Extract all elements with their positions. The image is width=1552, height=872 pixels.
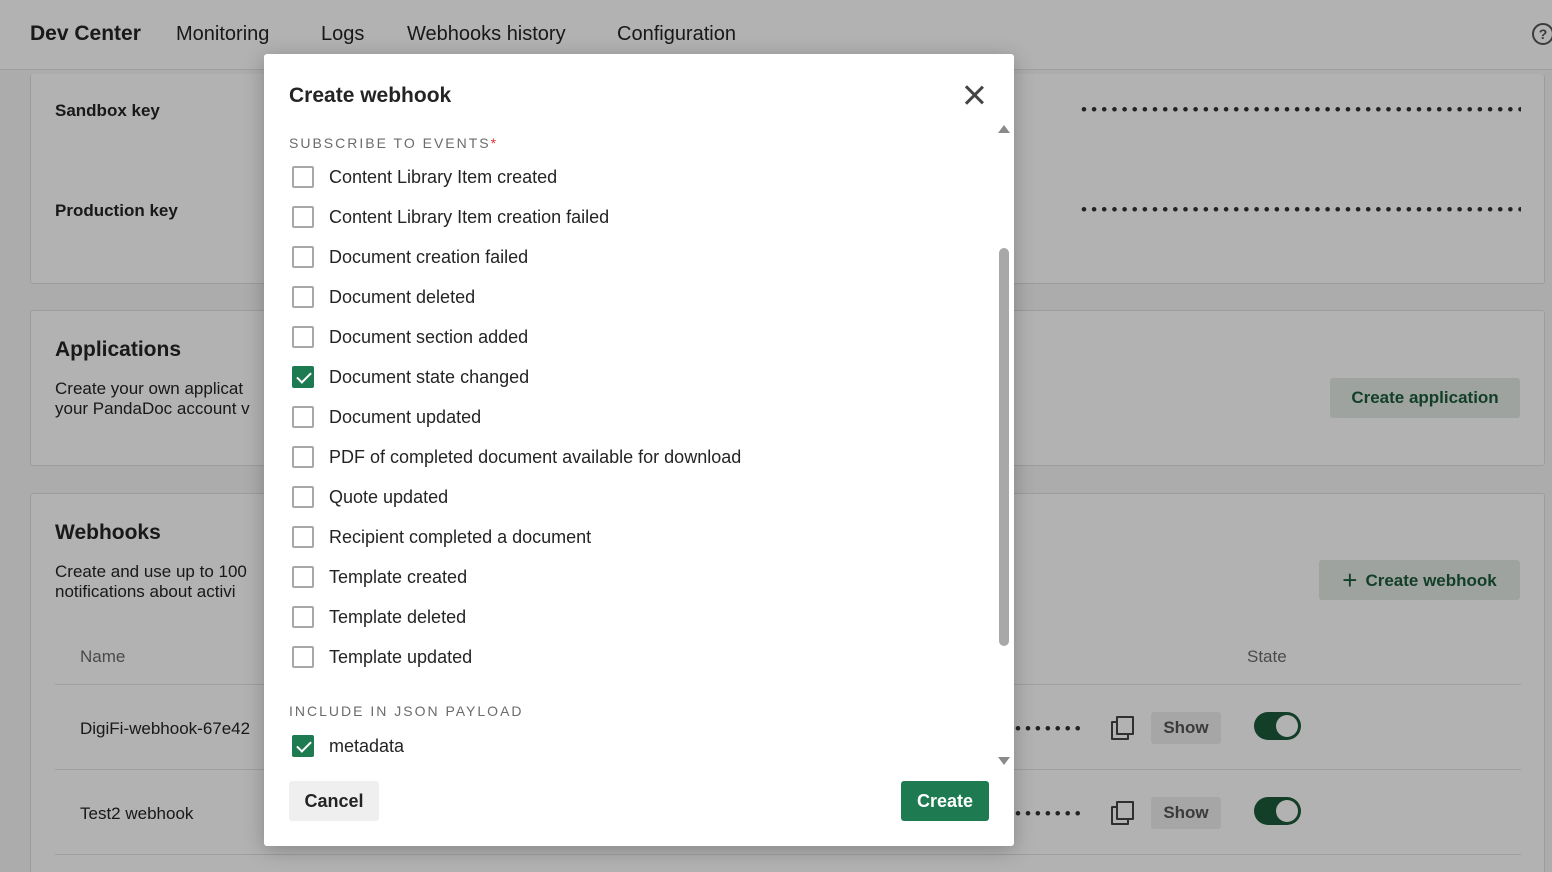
event-option[interactable]: Template deleted	[292, 605, 466, 629]
event-option-label: Recipient completed a document	[329, 526, 592, 547]
event-option-label: Document state changed	[329, 366, 530, 387]
event-option-label: Document creation failed	[329, 246, 529, 267]
event-option-label: Template deleted	[329, 606, 467, 627]
event-option[interactable]: Content Library Item creation failed	[292, 205, 609, 229]
event-option-label: metadata	[329, 735, 405, 756]
event-option-label: Template created	[329, 566, 468, 587]
event-option[interactable]: Document section added	[292, 325, 528, 349]
checkbox-checked[interactable]	[292, 735, 314, 757]
create-webhook-modal: Create webhook SUBSCRIBE TO EVENTS* Cont…	[264, 54, 1014, 846]
event-option[interactable]: Document creation failed	[292, 245, 528, 269]
create-button[interactable]: Create	[901, 781, 989, 821]
scroll-up-arrow-icon[interactable]	[998, 125, 1010, 133]
event-option-label: Quote updated	[329, 486, 449, 507]
event-option[interactable]: Document updated	[292, 405, 481, 429]
checkbox[interactable]	[292, 446, 314, 468]
checkbox[interactable]	[292, 566, 314, 588]
scrollbar-thumb[interactable]	[999, 248, 1009, 646]
event-option[interactable]: Recipient completed a document	[292, 525, 591, 549]
checkbox[interactable]	[292, 406, 314, 428]
event-option-label: Template updated	[329, 646, 473, 667]
event-option[interactable]: Template updated	[292, 645, 472, 669]
event-option-label: Document deleted	[329, 286, 476, 307]
checkbox[interactable]	[292, 246, 314, 268]
event-option[interactable]: PDF of completed document available for …	[292, 445, 741, 469]
checkbox[interactable]	[292, 486, 314, 508]
event-option-label: Document updated	[329, 406, 482, 427]
event-option[interactable]: metadata	[292, 734, 404, 758]
event-option-label: Content Library Item created	[329, 166, 558, 187]
checkbox[interactable]	[292, 326, 314, 348]
event-option-label: PDF of completed document available for …	[329, 446, 742, 467]
checkbox[interactable]	[292, 166, 314, 188]
cancel-button[interactable]: Cancel	[289, 781, 379, 821]
event-option[interactable]: Template created	[292, 565, 467, 589]
checkbox[interactable]	[292, 286, 314, 308]
event-option[interactable]: Document deleted	[292, 285, 475, 309]
modal-title: Create webhook	[289, 84, 452, 107]
event-option[interactable]: Quote updated	[292, 485, 448, 509]
event-option[interactable]: Content Library Item created	[292, 165, 557, 189]
event-option[interactable]: Document state changed	[292, 365, 529, 389]
checkbox[interactable]	[292, 526, 314, 548]
checkbox[interactable]	[292, 206, 314, 228]
event-option-label: Content Library Item creation failed	[329, 206, 610, 227]
checkbox-checked[interactable]	[292, 366, 314, 388]
close-icon[interactable]	[962, 83, 986, 107]
required-mark: *	[490, 135, 499, 151]
checkbox[interactable]	[292, 646, 314, 668]
checkbox[interactable]	[292, 606, 314, 628]
events-section-label: SUBSCRIBE TO EVENTS*	[289, 135, 499, 151]
scroll-down-arrow-icon[interactable]	[998, 757, 1010, 765]
payload-section-label: INCLUDE IN JSON PAYLOAD	[289, 703, 524, 719]
event-option-label: Document section added	[329, 326, 529, 347]
